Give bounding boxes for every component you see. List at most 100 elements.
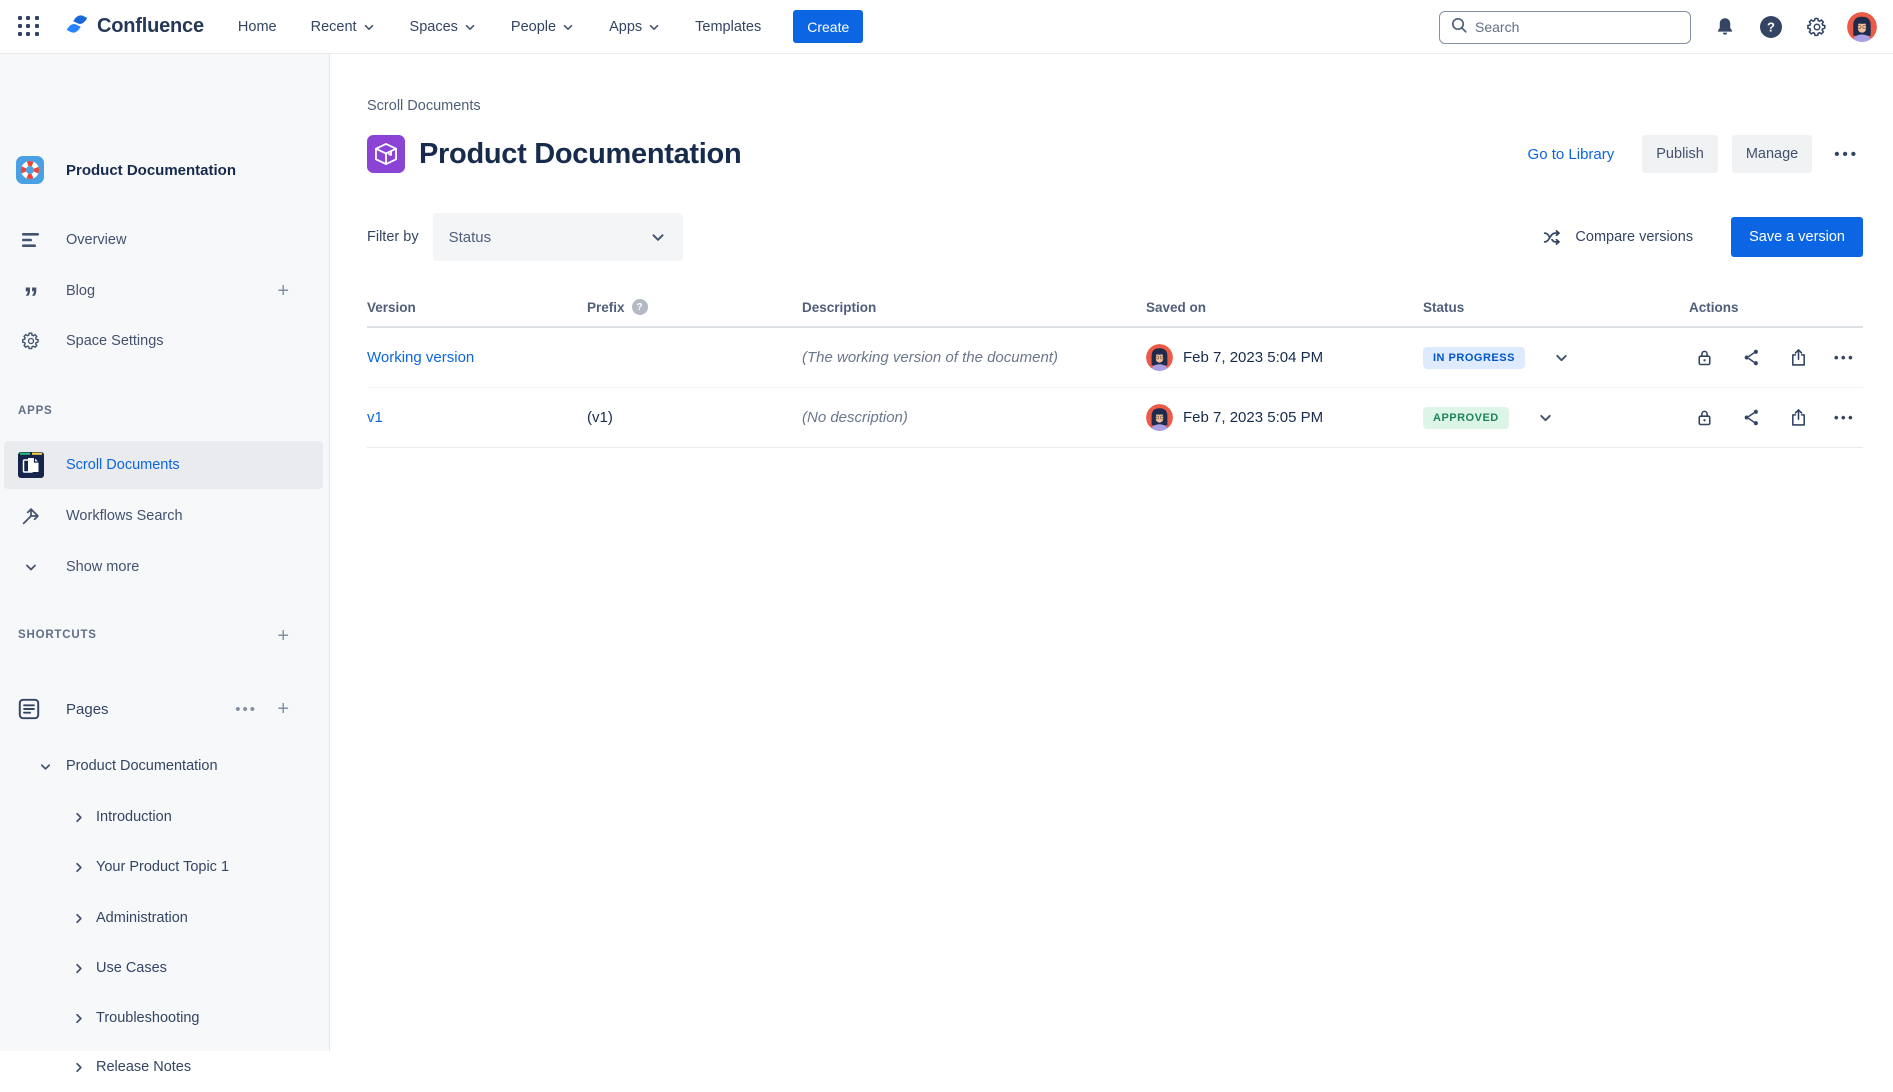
row-more-actions-button[interactable]: ••• [1834,350,1855,365]
share-icon[interactable] [1740,347,1762,369]
chevron-right-icon[interactable] [71,911,86,926]
breadcrumb[interactable]: Scroll Documents [367,98,481,114]
column-header-description: Description [802,300,1146,315]
overview-icon [16,230,46,250]
sidebar-pages-row[interactable]: Pages ••• + [0,684,329,734]
confluence-logo[interactable]: Confluence [64,11,204,42]
nav-templates[interactable]: Templates [695,19,761,35]
app-switcher-icon[interactable] [18,16,40,38]
pages-label: Pages [66,701,109,718]
lock-icon[interactable] [1693,347,1715,369]
tree-item-release-notes[interactable]: Release Notes [0,1042,329,1092]
space-name: Product Documentation [66,162,236,179]
nav-recent[interactable]: Recent [311,19,376,35]
column-header-version: Version [367,300,587,315]
space-header[interactable]: Product Documentation [0,146,329,194]
compare-shuffle-icon [1542,227,1563,248]
save-a-version-button[interactable]: Save a version [1731,217,1863,257]
page-title: Product Documentation [419,138,741,171]
sidebar-item-label: Overview [66,232,126,248]
tree-item-label: Administration [96,910,188,926]
saved-by-avatar [1146,344,1173,371]
top-navigation-bar: Confluence Home Recent Spaces People App… [0,0,1893,54]
tree-item-use-cases[interactable]: Use Cases [0,943,329,993]
tree-item-label: Release Notes [96,1059,191,1075]
pages-icon [14,696,44,722]
create-page-button[interactable]: + [277,699,289,719]
status-badge[interactable]: APPROVED [1423,407,1509,429]
version-link[interactable]: v1 [367,409,383,426]
chevron-right-icon[interactable] [71,1011,86,1026]
table-header-row: Version Prefix ? Description Saved on St… [367,288,1863,328]
shortcuts-section-header: SHORTCUTS [18,629,97,641]
saved-on-date: Feb 7, 2023 5:05 PM [1183,409,1323,426]
export-icon[interactable] [1787,407,1809,429]
search-input[interactable] [1475,19,1665,35]
share-icon[interactable] [1740,407,1762,429]
chevron-right-icon[interactable] [71,1060,86,1075]
prefix-help-icon[interactable]: ? [632,299,648,315]
chevron-down-icon[interactable] [38,759,53,774]
nav-spaces[interactable]: Spaces [410,19,477,35]
tree-item-introduction[interactable]: Introduction [0,792,329,842]
document-package-icon [367,135,405,173]
sidebar-item-space-settings[interactable]: Space Settings [0,316,329,366]
pages-more-button[interactable]: ••• [235,701,257,718]
nav-home[interactable]: Home [238,19,277,35]
version-description: (The working version of the document) [802,349,1058,366]
nav-people[interactable]: People [511,19,575,35]
svg-text:?: ? [1767,20,1775,35]
create-button[interactable]: Create [793,10,863,43]
compare-versions-button[interactable]: Compare versions [1542,227,1693,248]
confluence-logo-icon [64,11,90,42]
tree-item-product-documentation[interactable]: Product Documentation [0,741,329,791]
chevron-down-icon [649,228,667,246]
version-link[interactable]: Working version [367,349,474,366]
chevron-right-icon[interactable] [71,860,86,875]
column-header-actions: Actions [1689,300,1863,315]
saved-by-avatar [1146,404,1173,431]
sidebar-item-workflows-search[interactable]: Workflows Search [0,491,329,541]
sidebar-item-blog[interactable]: ” Blog + [0,266,329,316]
user-avatar[interactable] [1847,12,1877,42]
status-chevron-icon[interactable] [1537,409,1554,426]
sidebar-item-scroll-documents[interactable]: Scroll Documents [4,441,323,489]
notifications-bell-icon[interactable] [1709,11,1741,43]
sidebar-item-label: Blog [66,283,95,299]
tree-item-label: Use Cases [96,960,167,976]
nav-apps[interactable]: Apps [609,19,661,35]
tree-item-label: Product Documentation [66,758,218,774]
row-more-actions-button[interactable]: ••• [1834,410,1855,425]
table-row: Working version (The working version of … [367,328,1863,388]
chevron-right-icon[interactable] [71,961,86,976]
publish-button[interactable]: Publish [1642,135,1718,173]
sidebar-item-overview[interactable]: Overview [0,215,329,265]
help-icon[interactable]: ? [1755,11,1787,43]
more-actions-button[interactable]: ••• [1830,140,1863,169]
tree-item-label: Troubleshooting [96,1010,199,1026]
logo-text: Confluence [97,15,204,38]
search-icon [1450,16,1468,39]
main-content: Scroll Documents Product Documentation G… [330,54,1893,1051]
lock-icon[interactable] [1693,407,1715,429]
sidebar-item-label: Workflows Search [66,508,183,524]
status-filter-dropdown[interactable]: Status [433,213,683,261]
export-icon[interactable] [1787,347,1809,369]
search-box[interactable] [1439,11,1691,44]
gear-icon [16,331,46,351]
chevron-down-icon [463,20,477,34]
sidebar-show-more[interactable]: Show more [0,542,329,592]
tree-item-label: Introduction [96,809,172,825]
status-badge[interactable]: IN PROGRESS [1423,347,1525,369]
add-shortcut-button[interactable]: + [277,626,289,646]
add-blog-button[interactable]: + [277,281,289,301]
tree-item-administration[interactable]: Administration [0,893,329,943]
manage-button[interactable]: Manage [1732,135,1812,173]
tree-item-troubleshooting[interactable]: Troubleshooting [0,993,329,1043]
status-chevron-icon[interactable] [1553,349,1570,366]
go-to-library-link[interactable]: Go to Library [1528,146,1615,163]
tree-item-your-product-topic-1[interactable]: Your Product Topic 1 [0,842,329,892]
chevron-right-icon[interactable] [71,810,86,825]
space-sidebar: Product Documentation Overview ” Blog + … [0,54,330,1051]
settings-gear-icon[interactable] [1801,11,1833,43]
